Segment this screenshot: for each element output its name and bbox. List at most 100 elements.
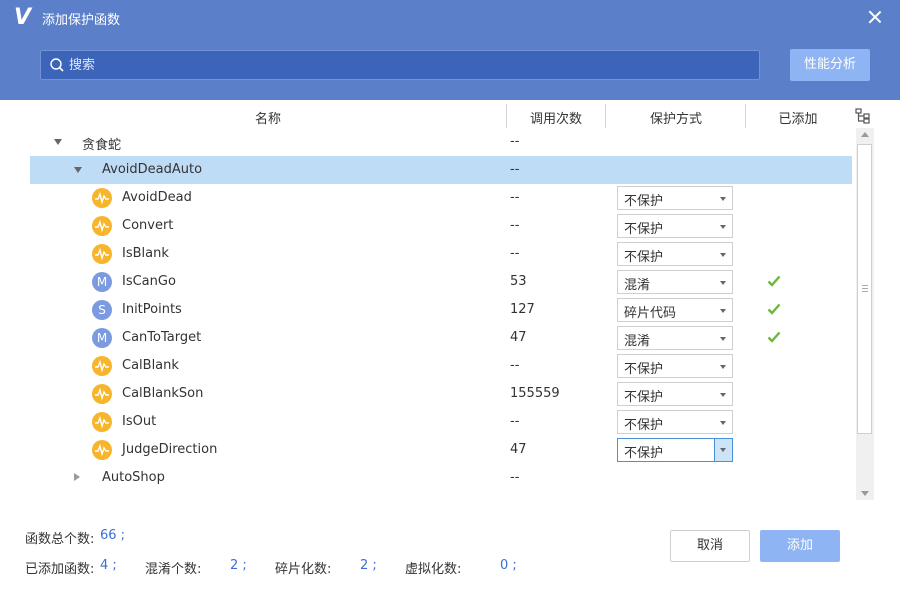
vertical-scrollbar[interactable]	[856, 128, 874, 500]
row-calls: 53	[510, 274, 527, 289]
row-calls: --	[510, 358, 520, 373]
protection-select[interactable]: 不保护	[617, 214, 733, 238]
check-icon	[767, 275, 781, 287]
app-logo: V	[14, 5, 32, 30]
chevron-down-icon	[720, 337, 726, 341]
row-calls: --	[510, 218, 520, 233]
chevron-down-icon	[720, 253, 726, 257]
fragment-count-label: 碎片化数:	[275, 562, 332, 577]
check-icon	[767, 331, 781, 343]
column-header-protect[interactable]: 保护方式	[606, 108, 746, 127]
protection-select[interactable]: 混淆	[617, 326, 733, 350]
virtualization-count-value: 0 ;	[500, 558, 517, 573]
protection-select[interactable]: 混淆	[617, 270, 733, 294]
row-name: CalBlankSon	[122, 386, 204, 401]
tree-row-selected[interactable]: AvoidDeadAuto --	[30, 156, 852, 184]
column-header-added[interactable]: 已添加	[746, 108, 850, 127]
cancel-button[interactable]: 取消	[670, 530, 750, 562]
search-icon	[50, 58, 64, 72]
protection-select[interactable]: 不保护	[617, 186, 733, 210]
column-header-calls[interactable]: 调用次数	[507, 108, 605, 127]
protection-select-focused[interactable]: 不保护	[617, 438, 733, 462]
row-name: InitPoints	[122, 302, 182, 317]
added-functions-label: 已添加函数:	[25, 562, 95, 577]
column-header-name[interactable]: 名称	[30, 108, 506, 127]
chevron-down-icon	[720, 281, 726, 285]
row-name: IsCanGo	[122, 274, 176, 289]
m-icon: M	[92, 328, 112, 348]
total-functions-label: 函数总个数:	[25, 532, 95, 547]
protection-select[interactable]: 不保护	[617, 382, 733, 406]
expand-arrow-icon[interactable]	[54, 136, 66, 148]
row-name: Convert	[122, 218, 174, 233]
virtualization-count-label: 虚拟化数:	[405, 562, 462, 577]
row-calls: --	[510, 190, 520, 205]
obfuscation-count-label: 混淆个数:	[145, 562, 202, 577]
row-name: AutoShop	[102, 470, 165, 485]
chevron-down-icon	[720, 393, 726, 397]
row-calls: 47	[510, 442, 527, 457]
row-calls: --	[510, 470, 520, 485]
function-row[interactable]: IsOut -- 不保护	[30, 408, 852, 436]
chevron-down-icon	[720, 197, 726, 201]
chevron-down-icon	[720, 421, 726, 425]
chevron-down-icon	[720, 225, 726, 229]
function-row[interactable]: M CanToTarget 47 混淆	[30, 324, 852, 352]
close-icon[interactable]	[864, 6, 886, 28]
function-row[interactable]: IsBlank -- 不保护	[30, 240, 852, 268]
obfuscation-count-value: 2 ;	[230, 558, 247, 573]
dialog-header: V 添加保护函数 性能分析	[0, 0, 900, 100]
function-row[interactable]: S InitPoints 127 碎片代码	[30, 296, 852, 324]
row-name: IsBlank	[122, 246, 169, 261]
waveform-icon	[92, 216, 112, 236]
search-box[interactable]	[40, 50, 760, 80]
waveform-icon	[92, 188, 112, 208]
check-icon	[767, 303, 781, 315]
tree-view-icon[interactable]	[855, 108, 871, 124]
protection-select[interactable]: 碎片代码	[617, 298, 733, 322]
scrollbar-thumb[interactable]	[857, 144, 872, 434]
row-calls: --	[510, 134, 520, 149]
fragment-count-value: 2 ;	[360, 558, 377, 573]
dropdown-button[interactable]	[714, 439, 732, 461]
row-name: JudgeDirection	[122, 442, 218, 457]
scroll-down-icon[interactable]	[861, 491, 869, 496]
tree-row[interactable]: AutoShop --	[30, 464, 852, 492]
function-row[interactable]: CalBlank -- 不保护	[30, 352, 852, 380]
row-calls: 47	[510, 330, 527, 345]
row-calls: --	[510, 162, 520, 177]
expand-arrow-icon[interactable]	[74, 164, 86, 176]
m-icon: M	[92, 272, 112, 292]
row-name: AvoidDeadAuto	[102, 162, 203, 177]
performance-analysis-button[interactable]: 性能分析	[790, 49, 870, 81]
row-name: AvoidDead	[122, 190, 192, 205]
tree-row[interactable]: 贪食蛇 --	[30, 128, 852, 156]
function-row[interactable]: JudgeDirection 47 不保护	[30, 436, 852, 464]
protection-select[interactable]: 不保护	[617, 242, 733, 266]
grip-icon	[862, 285, 868, 292]
waveform-icon	[92, 244, 112, 264]
protection-select[interactable]: 不保护	[617, 410, 733, 434]
row-calls: --	[510, 246, 520, 261]
s-icon: S	[92, 300, 112, 320]
chevron-down-icon	[720, 365, 726, 369]
total-functions-value: 66 ;	[100, 528, 126, 543]
row-name: CalBlank	[122, 358, 179, 373]
function-row[interactable]: AvoidDead -- 不保护	[30, 184, 852, 212]
waveform-icon	[92, 356, 112, 376]
protection-select[interactable]: 不保护	[617, 354, 733, 378]
scroll-up-icon[interactable]	[861, 132, 869, 137]
row-name: CanToTarget	[122, 330, 202, 345]
row-calls: 155559	[510, 386, 560, 401]
waveform-icon	[92, 384, 112, 404]
added-functions-value: 4 ;	[100, 558, 117, 573]
search-input[interactable]	[69, 54, 749, 76]
waveform-icon	[92, 440, 112, 460]
function-row[interactable]: Convert -- 不保护	[30, 212, 852, 240]
function-row[interactable]: M IsCanGo 53 混淆	[30, 268, 852, 296]
function-row[interactable]: CalBlankSon 155559 不保护	[30, 380, 852, 408]
function-list: 贪食蛇 -- AvoidDeadAuto -- AvoidDead -- 不保护…	[30, 128, 852, 498]
add-button[interactable]: 添加	[760, 530, 840, 562]
waveform-icon	[92, 412, 112, 432]
collapse-arrow-icon[interactable]	[74, 472, 86, 484]
